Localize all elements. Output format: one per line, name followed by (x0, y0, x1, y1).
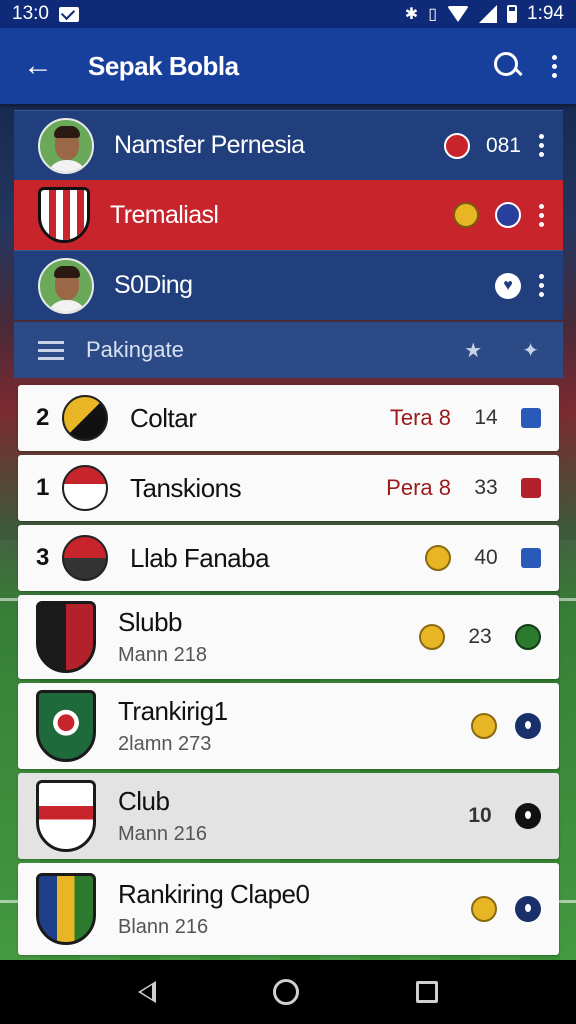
rank-position: 1 (36, 474, 50, 501)
club-name: Trankirig1 (118, 696, 228, 726)
wifi-icon (447, 6, 470, 22)
star-outline-icon[interactable]: ✦ (522, 338, 539, 363)
status-time-left: 13:0 (12, 3, 49, 24)
heart-badge-icon[interactable]: ♥ (495, 272, 521, 299)
club-name: Coltar (130, 402, 197, 433)
back-arrow-icon[interactable]: ← (18, 46, 58, 86)
club-points: 10 (468, 804, 492, 827)
rank-position: 2 (36, 404, 50, 431)
drop-badge-icon[interactable] (515, 713, 541, 739)
ranking-row[interactable]: Club Mann 216 10 (18, 773, 559, 859)
avatar (38, 257, 94, 314)
gold-badge-icon (453, 202, 479, 228)
club-points: 40 (474, 546, 498, 569)
ranking-row[interactable]: Trankirig1 2lamn 273 (18, 683, 559, 769)
player-name: Tremaliasl (110, 200, 219, 229)
club-crest-icon (36, 601, 96, 673)
nav-back-icon[interactable] (138, 981, 157, 1003)
navigation-bar (0, 960, 576, 1024)
menu-icon[interactable] (38, 340, 64, 360)
club-name: Tanskions (130, 472, 242, 503)
club-subtitle: Mann 218 (118, 644, 207, 666)
club-tag: Pera 8 (386, 475, 451, 500)
mail-icon (58, 6, 79, 22)
club-subtitle: 2lamn 273 (118, 733, 212, 755)
green-badge-icon[interactable] (515, 624, 541, 650)
signal-icon (479, 5, 498, 23)
ranking-row[interactable]: 1 Tanskions Pera 8 33 (18, 455, 559, 521)
club-logo-icon (62, 395, 108, 441)
player-row[interactable]: Tremaliasl (14, 180, 563, 250)
club-name: Slubb (118, 607, 182, 637)
status-time-right: 1:94 (527, 3, 564, 24)
ranking-row[interactable]: Rankiring Clape0 Blann 216 (18, 863, 559, 955)
red-square-icon[interactable] (521, 478, 541, 498)
section-label: Pakingate (86, 337, 184, 362)
nav-home-icon[interactable] (272, 979, 299, 1005)
status-bar: 13:0 ✱ ▯ 1:94 (0, 0, 576, 28)
coin-icon (471, 713, 497, 739)
drop-badge-icon[interactable] (515, 896, 541, 922)
ranking-row[interactable]: 2 Coltar Tera 8 14 (18, 385, 559, 451)
club-name: Club (118, 786, 170, 816)
more-options-icon[interactable] (550, 54, 558, 78)
battery-icon (507, 5, 518, 23)
coin-icon (471, 896, 497, 922)
blue-square-icon[interactable] (521, 408, 541, 428)
club-subtitle: Blann 216 (118, 916, 209, 938)
row-more-icon[interactable] (537, 134, 545, 157)
team-badge-icon (443, 132, 470, 159)
coin-icon (419, 624, 445, 650)
coin-icon (425, 545, 451, 571)
club-crest-icon (36, 780, 96, 852)
club-crest-icon (36, 873, 96, 945)
club-points: 14 (474, 406, 498, 429)
ranking-row[interactable]: 3 Llab Fanaba 40 (18, 525, 559, 591)
bluetooth-icon: ✱ (404, 6, 419, 23)
club-points: 33 (474, 476, 498, 499)
player-name: S0Ding (114, 271, 193, 299)
app-bar: ← Sepak Bobla (0, 28, 576, 104)
rank-position: 3 (36, 544, 50, 571)
player-name: Namsfer Pernesia (114, 131, 305, 159)
club-tag: Tera 8 (389, 405, 451, 430)
club-points: 23 (468, 625, 492, 648)
shield-badge-icon (495, 202, 521, 228)
avatar (38, 117, 94, 174)
row-more-icon[interactable] (537, 203, 545, 227)
club-name: Rankiring Clape0 (118, 879, 310, 909)
player-value: 081 (485, 133, 521, 157)
player-row[interactable]: Namsfer Pernesia 081 (14, 110, 563, 180)
club-logo-icon (62, 535, 108, 581)
search-icon[interactable] (490, 48, 526, 84)
star-icon[interactable]: ★ (464, 338, 482, 363)
club-logo-icon (62, 465, 108, 511)
club-crest-icon (38, 187, 90, 243)
vibrate-icon: ▯ (428, 6, 438, 23)
club-subtitle: Mann 216 (118, 823, 207, 845)
app-title: Sepak Bobla (88, 50, 239, 81)
blue-square-icon[interactable] (521, 548, 541, 568)
club-crest-icon (36, 690, 96, 762)
club-name: Llab Fanaba (130, 542, 270, 573)
ranking-row[interactable]: Slubb Mann 218 23 (18, 595, 559, 679)
section-header: Pakingate ★ ✦ (14, 322, 563, 378)
row-more-icon[interactable] (537, 274, 545, 297)
player-row[interactable]: S0Ding ♥ (14, 250, 563, 320)
nav-recents-icon[interactable] (415, 981, 438, 1003)
drop-badge-icon[interactable] (515, 803, 541, 829)
